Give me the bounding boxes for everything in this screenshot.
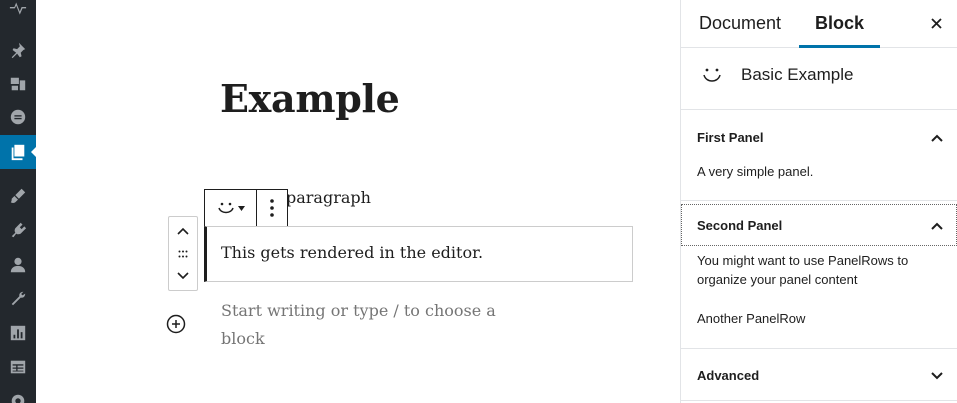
drag-handle-icon: [178, 250, 188, 257]
panel-first: First Panel A very simple panel.: [681, 110, 957, 201]
editor-canvas: Example paragraph This gets rendered in …: [36, 0, 680, 403]
more-vertical-icon: [270, 199, 274, 217]
block-card-title: Basic Example: [741, 65, 854, 84]
block-toolbar: [204, 189, 288, 226]
smiley-icon: [217, 202, 234, 214]
chevron-up-icon: [177, 227, 189, 235]
move-down-button[interactable]: [171, 266, 195, 286]
block-label: paragraph: [286, 188, 371, 207]
panel-first-body: A very simple panel.: [697, 164, 814, 179]
panel-advanced: Advanced: [681, 349, 957, 401]
settings-sidebar: Document Block Basic Example First Panel…: [680, 0, 957, 403]
panel-title: Advanced: [697, 368, 760, 383]
activity-icon[interactable]: [0, 0, 36, 24]
pin-icon[interactable]: [0, 33, 36, 67]
default-block-appender[interactable]: Start writing or type / to choose a bloc…: [221, 297, 511, 353]
sidebar-tabs: Document Block: [681, 0, 957, 48]
chevron-up-icon: [931, 222, 943, 230]
close-sidebar-button[interactable]: [925, 12, 947, 34]
table-icon[interactable]: [0, 350, 36, 384]
users-icon[interactable]: [0, 248, 36, 282]
block-card: Basic Example: [681, 48, 957, 110]
panel-title: First Panel: [697, 130, 764, 145]
chevron-up-icon: [931, 134, 943, 142]
media-icon[interactable]: [0, 67, 36, 101]
caret-down-icon: [237, 205, 245, 211]
panel-row: You might want to use PanelRows to organ…: [697, 253, 909, 287]
post-title[interactable]: Example: [220, 76, 400, 121]
gear-icon[interactable]: [0, 384, 36, 403]
move-up-button[interactable]: [171, 221, 195, 241]
paragraph-block[interactable]: This gets rendered in the editor.: [204, 226, 633, 282]
settings-icon[interactable]: [0, 316, 36, 350]
more-options-button[interactable]: [257, 190, 287, 226]
panel-advanced-header[interactable]: Advanced: [681, 349, 957, 401]
plus-circle-icon: [166, 314, 186, 334]
drag-handle[interactable]: [171, 244, 195, 264]
block-inserter-button[interactable]: [165, 313, 187, 335]
close-icon: [930, 17, 942, 29]
tools-icon[interactable]: [0, 282, 36, 316]
admin-sidebar: [0, 0, 37, 403]
panel-second: Second Panel You might want to use Panel…: [681, 204, 957, 349]
tab-document[interactable]: Document: [699, 0, 781, 48]
chevron-down-icon: [177, 272, 189, 280]
panel-row: Another PanelRow: [697, 311, 806, 326]
comments-icon[interactable]: [0, 100, 36, 134]
chevron-down-icon: [931, 372, 943, 380]
plugins-icon[interactable]: [0, 213, 36, 247]
appearance-icon[interactable]: [0, 179, 36, 213]
tab-block[interactable]: Block: [798, 0, 881, 48]
panel-first-header[interactable]: First Panel: [681, 110, 957, 162]
pages-icon[interactable]: [0, 135, 37, 169]
smiley-icon: [703, 68, 721, 82]
block-mover: [168, 216, 198, 291]
block-switcher-button[interactable]: [205, 190, 257, 226]
panel-title: Second Panel: [697, 218, 783, 233]
panel-second-header[interactable]: Second Panel: [681, 204, 957, 246]
